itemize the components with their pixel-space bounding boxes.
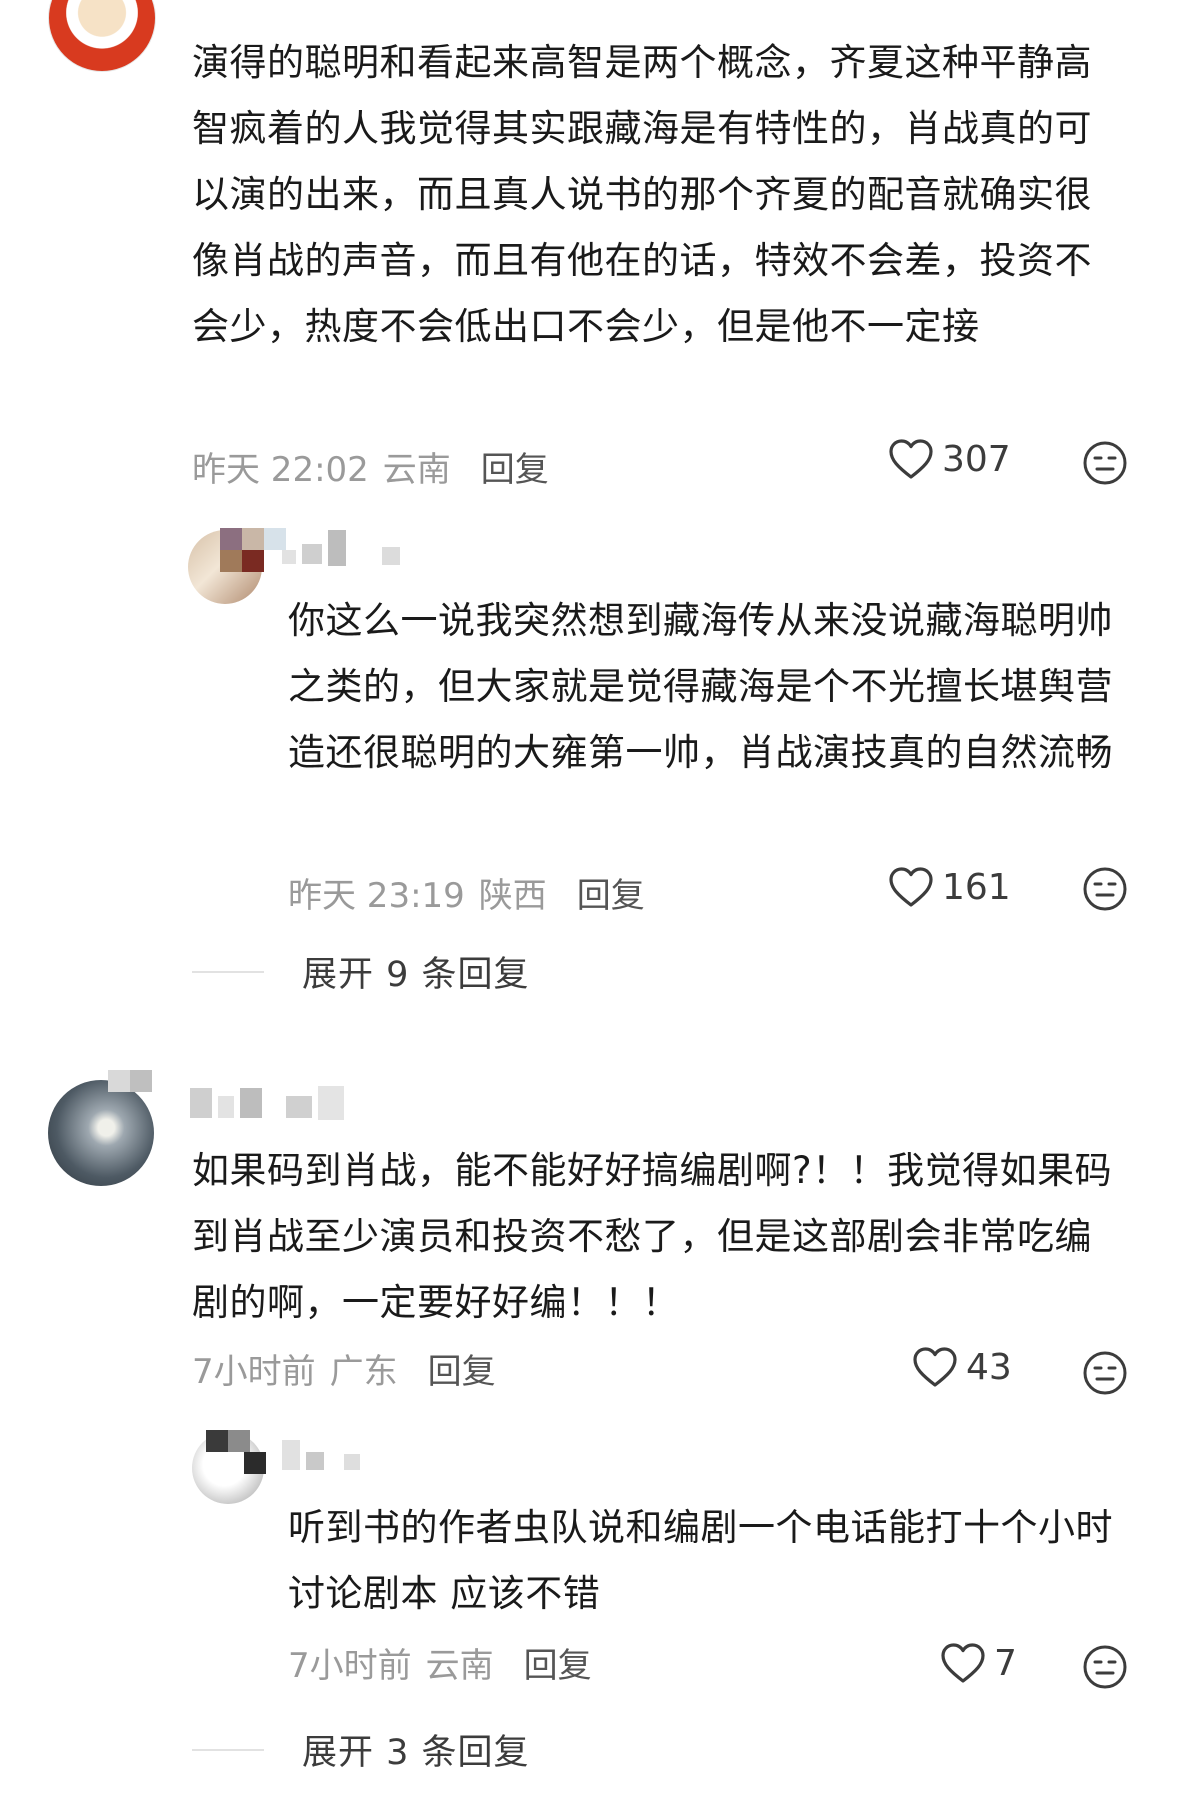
reply-time: 昨天 23:19 [288,876,465,916]
expand-replies-button[interactable]: 展开 3 条回复 [192,1724,530,1775]
comment-time: 7小时前 [192,1352,316,1392]
neutral-face-icon[interactable] [1082,866,1128,912]
like-button[interactable]: 43 [912,1346,1012,1388]
expand-replies-label: 展开 3 条回复 [302,1733,530,1773]
reply-meta: 7小时前 云南 回复 [288,1638,592,1687]
neutral-face-icon[interactable] [1082,440,1128,486]
like-button[interactable]: 161 [888,866,1011,908]
reply-meta: 昨天 23:19 陕西 回复 [288,868,645,917]
heart-outline-icon [913,1347,957,1387]
avatar-mosaic [220,528,286,550]
user-avatar[interactable] [48,0,156,72]
reply-button[interactable]: 回复 [428,1344,496,1393]
comment-meta: 7小时前 广东 回复 [192,1344,496,1393]
username-blurred [190,1086,344,1120]
comment-meta: 昨天 22:02 云南 回复 [192,442,549,491]
like-count: 307 [942,438,1011,480]
comment-text: 演得的聪明和看起来高智是两个概念，齐夏这种平静高智疯着的人我觉得其实跟藏海是有特… [192,41,1092,348]
divider [192,970,264,973]
avatar-mosaic [108,1070,152,1092]
expand-replies-button[interactable]: 展开 9 条回复 [192,946,530,997]
reply-time: 7小时前 [288,1646,412,1686]
comment-text: 如果码到肖战，能不能好好搞编剧啊?！！我觉得如果码到肖战至少演员和投资不愁了，但… [192,1149,1113,1324]
avatar-mosaic [220,550,264,572]
like-count: 43 [966,1346,1012,1388]
comment-location: 云南 [382,450,451,490]
neutral-face-icon[interactable] [1082,1350,1128,1396]
avatar-mosaic [244,1452,266,1474]
user-avatar[interactable] [48,1080,154,1186]
reply-location: 陕西 [478,876,547,916]
heart-outline-icon [889,439,933,479]
heart-outline-icon [941,1643,985,1683]
heart-outline-icon [889,867,933,907]
avatar-mosaic [206,1430,250,1452]
neutral-face-icon[interactable] [1082,1644,1128,1690]
divider [192,1748,264,1751]
like-button[interactable]: 7 [940,1642,1017,1684]
reply-text: 听到书的作者虫队说和编剧一个电话能打十个小时讨论剧本 应该不错 [288,1506,1113,1615]
reply-button[interactable]: 回复 [577,868,645,917]
comment-location: 广东 [329,1352,398,1392]
reply-location: 云南 [425,1646,494,1686]
username-blurred [282,530,400,566]
comment-time: 昨天 22:02 [192,450,369,490]
like-button[interactable]: 307 [888,438,1011,480]
like-count: 161 [942,866,1011,908]
reply-text: 你这么一说我突然想到藏海传从来没说藏海聪明帅之类的，但大家就是觉得藏海是个不光擅… [288,599,1113,774]
reply-button[interactable]: 回复 [481,442,549,491]
like-count: 7 [994,1642,1017,1684]
reply-button[interactable]: 回复 [524,1638,592,1687]
expand-replies-label: 展开 9 条回复 [302,955,530,995]
username-blurred [282,1440,360,1470]
